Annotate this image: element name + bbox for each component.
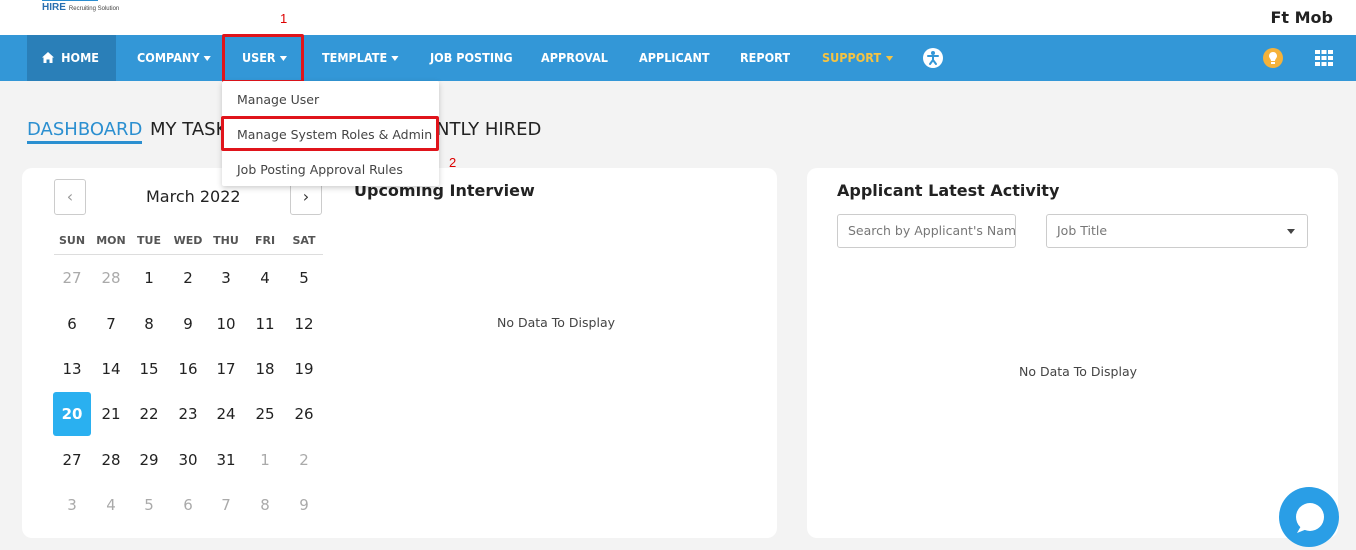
calendar-day[interactable]: 9: [285, 483, 323, 527]
calendar-weekday: WED: [173, 234, 203, 247]
calendar-divider: [54, 254, 323, 255]
nav-template[interactable]: TEMPLATE: [322, 35, 399, 81]
calendar-month-label: March 2022: [146, 187, 241, 206]
menu-item-job-posting-approval-rules[interactable]: Job Posting Approval Rules: [237, 162, 403, 177]
calendar-day[interactable]: 18: [246, 347, 284, 391]
calendar-day[interactable]: 24: [207, 392, 245, 436]
menu-item-highlight: [221, 116, 439, 151]
calendar-day[interactable]: 4: [246, 256, 284, 300]
applicant-activity-empty: No Data To Display: [1019, 364, 1137, 379]
calendar-day[interactable]: 3: [53, 483, 91, 527]
calendar-weekday: THU: [213, 234, 239, 247]
apps-grid-icon[interactable]: [1315, 50, 1333, 66]
calendar-day[interactable]: 16: [169, 347, 207, 391]
calendar-day[interactable]: 5: [130, 483, 168, 527]
calendar-day[interactable]: 30: [169, 438, 207, 482]
calendar-day[interactable]: 20: [53, 392, 91, 436]
nav-approval[interactable]: APPROVAL: [541, 35, 608, 81]
calendar-day[interactable]: 15: [130, 347, 168, 391]
company-logo[interactable]: ▬▬▬▬ HIRERecruiting Solution: [42, 0, 119, 13]
nav-job-posting[interactable]: JOB POSTING: [430, 35, 513, 81]
calendar-day[interactable]: 28: [92, 438, 130, 482]
tab-my-task[interactable]: MY TASK: [150, 119, 227, 140]
chevron-down-icon: [204, 56, 212, 61]
nav-support-label: SUPPORT: [822, 50, 882, 65]
logo-text: HIRE Recruiting Solution: [42, 2, 120, 13]
calendar-day[interactable]: 17: [207, 347, 245, 391]
calendar-prev-button[interactable]: ‹: [54, 179, 86, 215]
calendar-day[interactable]: 27: [53, 438, 91, 482]
chevron-down-icon: [1287, 229, 1295, 234]
calendar-day[interactable]: 6: [169, 483, 207, 527]
nav-applicant[interactable]: APPLICANT: [639, 35, 710, 81]
upcoming-interview-empty: No Data To Display: [497, 315, 615, 330]
nav-report[interactable]: REPORT: [740, 35, 790, 81]
accessibility-icon[interactable]: [922, 47, 944, 69]
calendar-day[interactable]: 14: [92, 347, 130, 391]
calendar-day[interactable]: 26: [285, 392, 323, 436]
nav-company[interactable]: COMPANY: [137, 35, 212, 81]
annotation-step-2: 2: [449, 155, 457, 170]
job-title-select-value: Job Title: [1057, 223, 1108, 238]
tab-recently-hired[interactable]: NTLY HIRED: [436, 119, 541, 140]
calendar-weekday: MON: [96, 234, 126, 247]
chevron-down-icon: [391, 56, 399, 61]
calendar-day[interactable]: 6: [53, 302, 91, 346]
calendar-weekday: TUE: [137, 234, 161, 247]
user-menu-highlight: [222, 34, 304, 83]
chevron-down-icon: [885, 56, 893, 61]
lightbulb-icon[interactable]: [1262, 47, 1284, 69]
chat-icon: [1296, 503, 1324, 533]
calendar-day[interactable]: 8: [130, 302, 168, 346]
top-header: ▬▬▬▬ HIRERecruiting Solution Ft Mob: [0, 0, 1356, 35]
nav-company-label: COMPANY: [137, 50, 200, 65]
nav-home-label: HOME: [60, 50, 99, 65]
calendar-day[interactable]: 13: [53, 347, 91, 391]
calendar-day[interactable]: 29: [130, 438, 168, 482]
calendar-day[interactable]: 23: [169, 392, 207, 436]
nav-home[interactable]: HOME: [27, 35, 116, 81]
annotation-step-1: 1: [280, 11, 288, 26]
chat-launcher[interactable]: [1279, 487, 1339, 547]
user-name[interactable]: Ft Mob: [1270, 8, 1333, 27]
calendar-day[interactable]: 28: [92, 256, 130, 300]
calendar-day[interactable]: 1: [130, 256, 168, 300]
nav-template-label: TEMPLATE: [322, 50, 388, 65]
calendar-weekday: SUN: [58, 234, 86, 247]
calendar-day[interactable]: 8: [246, 483, 284, 527]
calendar-day[interactable]: 21: [92, 392, 130, 436]
calendar-day[interactable]: 19: [285, 347, 323, 391]
calendar-day[interactable]: 5: [285, 256, 323, 300]
main-navbar: HOME COMPANY USER TEMPLATE JOB POSTING A…: [0, 35, 1356, 81]
home-icon: [42, 52, 55, 63]
nav-support[interactable]: SUPPORT: [822, 35, 893, 81]
calendar-day[interactable]: 9: [169, 302, 207, 346]
calendar-weekday: FRI: [254, 234, 276, 247]
applicant-search-input[interactable]: Search by Applicant's Name: [837, 214, 1016, 248]
calendar-day[interactable]: 2: [169, 256, 207, 300]
calendar-day[interactable]: 22: [130, 392, 168, 436]
applicant-activity-title: Applicant Latest Activity: [837, 181, 1060, 200]
calendar-day[interactable]: 1: [246, 438, 284, 482]
calendar-day[interactable]: 7: [92, 302, 130, 346]
calendar-day[interactable]: 12: [285, 302, 323, 346]
calendar-weekday: SAT: [292, 234, 316, 247]
calendar-day[interactable]: 25: [246, 392, 284, 436]
calendar-day[interactable]: 27: [53, 256, 91, 300]
job-title-select[interactable]: Job Title: [1046, 214, 1308, 248]
tab-dashboard[interactable]: DASHBOARD: [27, 119, 143, 144]
calendar-day[interactable]: 3: [207, 256, 245, 300]
calendar-day[interactable]: 7: [207, 483, 245, 527]
calendar-day[interactable]: 10: [207, 302, 245, 346]
menu-item-manage-user[interactable]: Manage User: [237, 92, 319, 107]
calendar-day[interactable]: 31: [207, 438, 245, 482]
calendar-day[interactable]: 2: [285, 438, 323, 482]
calendar-day[interactable]: 4: [92, 483, 130, 527]
calendar-day[interactable]: 11: [246, 302, 284, 346]
